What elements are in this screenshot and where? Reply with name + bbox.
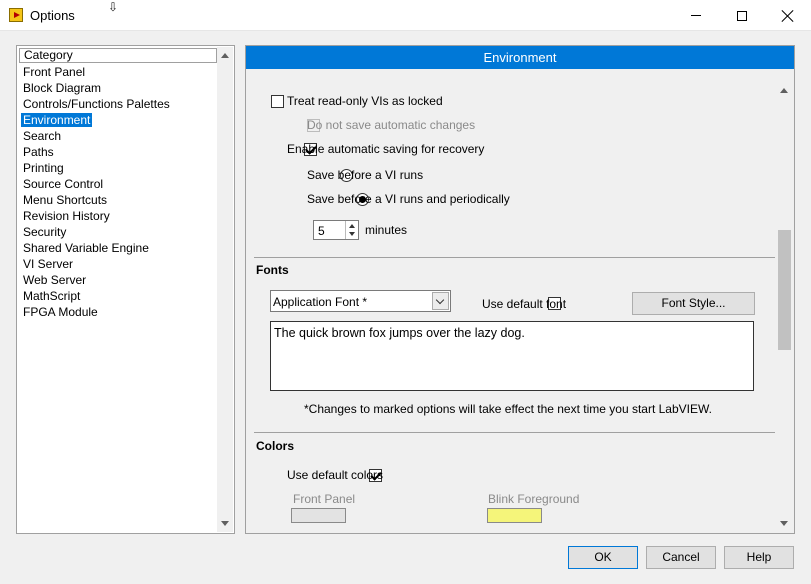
scroll-up-icon[interactable] bbox=[780, 88, 788, 93]
font-style-button[interactable]: Font Style... bbox=[632, 292, 755, 315]
help-button[interactable]: Help bbox=[724, 546, 794, 569]
separator bbox=[254, 432, 775, 433]
minutes-stepper[interactable]: 5 bbox=[313, 220, 359, 240]
font-select[interactable]: Application Font * bbox=[270, 290, 451, 312]
category-item-label: Block Diagram bbox=[23, 81, 102, 95]
category-item-shared-variable-engine[interactable]: Shared Variable Engine bbox=[19, 240, 217, 256]
category-item-block-diagram[interactable]: Block Diagram bbox=[19, 80, 217, 96]
category-scrollbar[interactable] bbox=[217, 47, 233, 532]
front-panel-color-label: Front Panel bbox=[293, 492, 356, 506]
category-item-label: Printing bbox=[23, 161, 64, 175]
category-item-label: Controls/Functions Palettes bbox=[23, 97, 170, 111]
category-item-web-server[interactable]: Web Server bbox=[19, 272, 217, 288]
category-header: Category bbox=[19, 48, 217, 63]
category-item-label: Web Server bbox=[23, 273, 87, 287]
restart-note: *Changes to marked options will take eff… bbox=[304, 402, 712, 416]
cancel-button[interactable]: Cancel bbox=[646, 546, 716, 569]
minutes-label: minutes bbox=[365, 223, 408, 237]
save-periodic-label: Save before a VI runs and periodically bbox=[307, 192, 510, 206]
blink-foreground-color-swatch[interactable] bbox=[487, 508, 542, 523]
category-item-environment[interactable]: Environment bbox=[19, 112, 217, 128]
use-default-font-label: Use default font bbox=[482, 297, 567, 311]
minimize-icon bbox=[691, 15, 701, 16]
category-item-label: MathScript bbox=[23, 289, 81, 303]
category-item-menu-shortcuts[interactable]: Menu Shortcuts bbox=[19, 192, 217, 208]
scroll-up-icon[interactable] bbox=[221, 53, 229, 58]
category-item-fpga-module[interactable]: FPGA Module bbox=[19, 304, 217, 320]
category-item-vi-server[interactable]: VI Server bbox=[19, 256, 217, 272]
ok-button[interactable]: OK bbox=[568, 546, 638, 569]
category-item-security[interactable]: Security bbox=[19, 224, 217, 240]
category-item-label: Front Panel bbox=[23, 65, 86, 79]
auto-save-label: Enable automatic saving for recovery bbox=[287, 142, 485, 156]
category-item-label: Revision History bbox=[23, 209, 110, 223]
save-before-run-label: Save before a VI runs bbox=[307, 168, 424, 182]
category-item-mathscript[interactable]: MathScript bbox=[19, 288, 217, 304]
category-item-label: Shared Variable Engine bbox=[23, 241, 149, 255]
font-select-dropdown-button[interactable] bbox=[432, 292, 449, 310]
category-item-label: Menu Shortcuts bbox=[23, 193, 108, 207]
category-item-printing[interactable]: Printing bbox=[19, 160, 217, 176]
labview-app-icon bbox=[9, 8, 23, 22]
scroll-down-icon[interactable] bbox=[221, 521, 229, 526]
use-default-colors-label: Use default colors bbox=[287, 468, 384, 482]
separator bbox=[254, 257, 775, 258]
environment-panel: Environment Treat read-only VIs as locke… bbox=[245, 45, 795, 534]
category-item-label: Paths bbox=[23, 145, 54, 159]
font-select-value: Application Font * bbox=[273, 295, 368, 309]
maximize-icon bbox=[737, 10, 747, 21]
category-item-label: Security bbox=[23, 225, 67, 239]
window-title: Options bbox=[30, 8, 75, 23]
spin-up-icon[interactable] bbox=[349, 224, 355, 228]
scrollbar-thumb[interactable] bbox=[778, 230, 791, 350]
category-item-label: VI Server bbox=[23, 257, 74, 271]
category-item-paths[interactable]: Paths bbox=[19, 144, 217, 160]
front-panel-color-swatch[interactable] bbox=[291, 508, 346, 523]
no-auto-save-label: Do not save automatic changes bbox=[307, 118, 476, 132]
category-list[interactable]: Category Front Panel Block Diagram Control… bbox=[16, 45, 235, 534]
title-bar: Options ⇩ bbox=[0, 0, 811, 31]
panel-scrollbar[interactable] bbox=[776, 82, 793, 532]
category-item-label: FPGA Module bbox=[23, 305, 98, 319]
category-item-search[interactable]: Search bbox=[19, 128, 217, 144]
minimize-button[interactable] bbox=[673, 0, 719, 31]
treat-readonly-checkbox[interactable] bbox=[271, 95, 284, 108]
close-button[interactable] bbox=[765, 0, 811, 31]
scroll-down-icon[interactable] bbox=[780, 521, 788, 526]
category-item-source-control[interactable]: Source Control bbox=[19, 176, 217, 192]
category-item-label: Source Control bbox=[23, 177, 104, 191]
spin-down-icon[interactable] bbox=[349, 232, 355, 236]
category-item-front-panel[interactable]: Front Panel bbox=[19, 64, 217, 80]
mouse-cursor-icon: ⇩ bbox=[108, 0, 119, 14]
close-icon bbox=[782, 10, 794, 22]
chevron-down-icon bbox=[435, 295, 445, 305]
category-item-label: Environment bbox=[21, 113, 93, 127]
category-item-label: Search bbox=[23, 129, 62, 143]
category-item-revision-history[interactable]: Revision History bbox=[19, 208, 217, 224]
fonts-section-title: Fonts bbox=[256, 263, 289, 277]
panel-title: Environment bbox=[246, 46, 794, 69]
treat-readonly-label: Treat read-only VIs as locked bbox=[287, 94, 443, 108]
category-item-controls-functions-palettes[interactable]: Controls/Functions Palettes bbox=[19, 96, 217, 112]
minutes-value[interactable]: 5 bbox=[318, 224, 325, 238]
minutes-spin-buttons[interactable] bbox=[345, 221, 358, 239]
blink-foreground-color-label: Blink Foreground bbox=[488, 492, 580, 506]
maximize-button[interactable] bbox=[719, 0, 765, 31]
font-sample-box: The quick brown fox jumps over the lazy … bbox=[270, 321, 754, 391]
category-items: Front Panel Block Diagram Controls/Functio… bbox=[19, 64, 217, 320]
colors-section-title: Colors bbox=[256, 439, 295, 453]
